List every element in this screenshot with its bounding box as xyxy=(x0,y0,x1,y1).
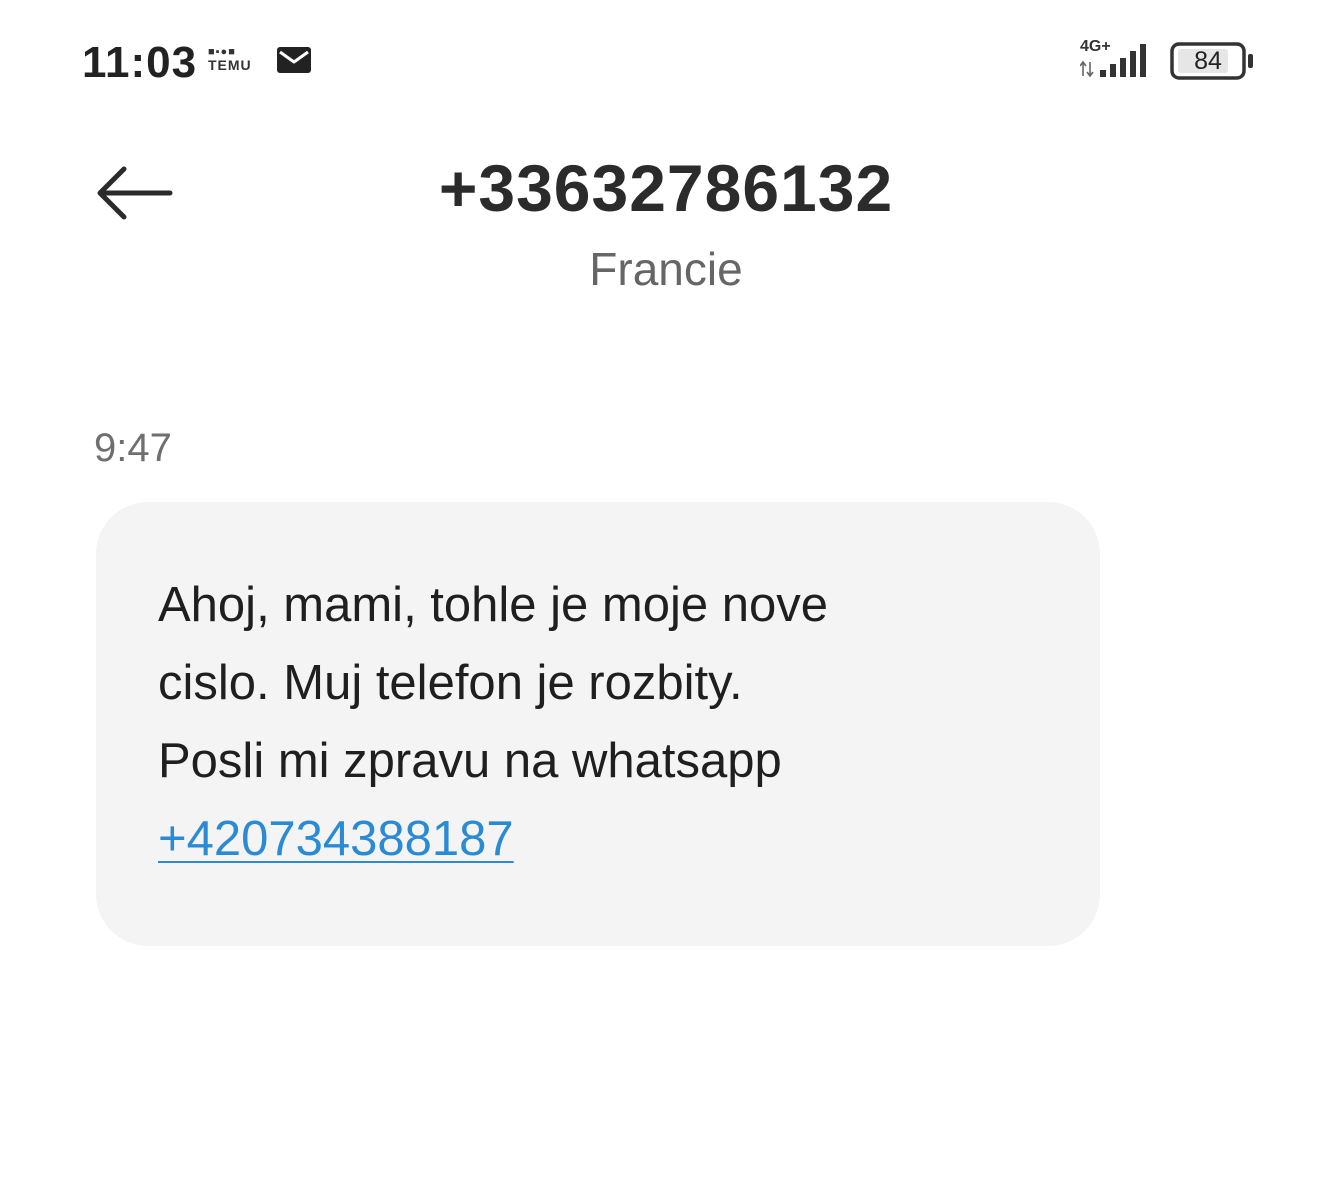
contact-number: +33632786132 xyxy=(438,151,894,225)
signal-icon xyxy=(1100,44,1146,77)
phone-number-link[interactable]: +420734388187 xyxy=(158,800,514,878)
temu-icon: ■▪●■ TEMU xyxy=(208,46,258,76)
status-time: 11:03 xyxy=(82,38,198,87)
message-line: cislo. Muj telefon je rozbity. xyxy=(158,656,743,710)
message-line: Posli mi zpravu na whatsapp xyxy=(158,734,782,788)
message-line: Ahoj, mami, tohle je moje nove xyxy=(158,578,828,632)
temu-label: TEMU xyxy=(208,57,252,73)
mail-icon xyxy=(277,47,311,73)
message-bubble[interactable]: Ahoj, mami, tohle je moje nove cislo. Mu… xyxy=(96,502,1100,946)
battery-level: 84 xyxy=(1194,47,1222,75)
sms-conversation-screen: 11:03 ■▪●■ TEMU 4G+ 84 +33632786132 Fran… xyxy=(0,0,1332,1200)
data-activity-icon xyxy=(1080,60,1094,78)
status-bar: 11:03 ■▪●■ TEMU 4G+ 84 xyxy=(0,0,1332,120)
contact-country: Francie xyxy=(589,243,743,295)
message-timestamp: 9:47 xyxy=(94,426,172,470)
message-text: Ahoj, mami, tohle je moje nove cislo. Mu… xyxy=(158,566,1058,878)
